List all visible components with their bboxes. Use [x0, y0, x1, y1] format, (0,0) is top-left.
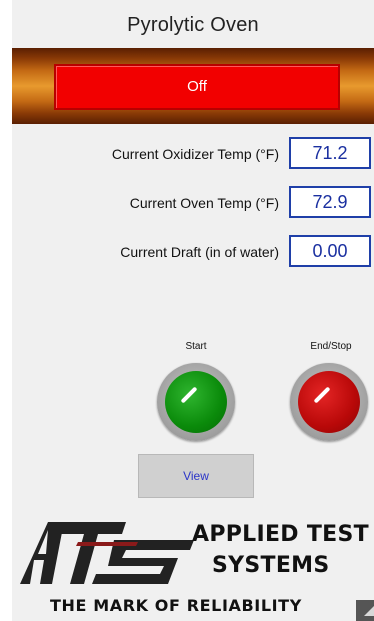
status-band: Off [12, 48, 374, 124]
window-title: Pyrolytic Oven [127, 14, 259, 36]
start-button[interactable] [157, 363, 235, 441]
view-button[interactable]: View [138, 454, 254, 498]
ats-logo-icon [20, 522, 194, 584]
start-caption: Start [185, 341, 207, 352]
resize-grip-icon[interactable] [356, 600, 374, 621]
logo-line1: APPLIED TEST [192, 522, 369, 547]
stop-button-face [298, 371, 360, 433]
start-button-face [165, 371, 227, 433]
oxidizer-temp-label: Current Oxidizer Temp (°F) [111, 146, 279, 162]
draft-value: 0.00 [289, 235, 371, 267]
oxidizer-temp-value: 71.2 [289, 137, 371, 169]
oven-temp-value: 72.9 [289, 186, 371, 218]
logo-line2: SYSTEMS [212, 553, 330, 578]
logo-tagline: THE MARK OF RELIABILITY [50, 596, 302, 615]
draft-label: Current Draft (in of water) [120, 244, 279, 260]
oven-status-indicator: Off [54, 64, 340, 110]
indicator-mark-icon [180, 386, 198, 404]
stop-button[interactable] [290, 363, 368, 441]
oven-temp-label: Current Oven Temp (°F) [129, 195, 279, 211]
stop-caption: End/Stop [310, 341, 352, 352]
indicator-mark-icon [313, 386, 331, 404]
hmi-panel: Pyrolytic Oven Off Current Oxidizer Temp… [12, 0, 374, 621]
